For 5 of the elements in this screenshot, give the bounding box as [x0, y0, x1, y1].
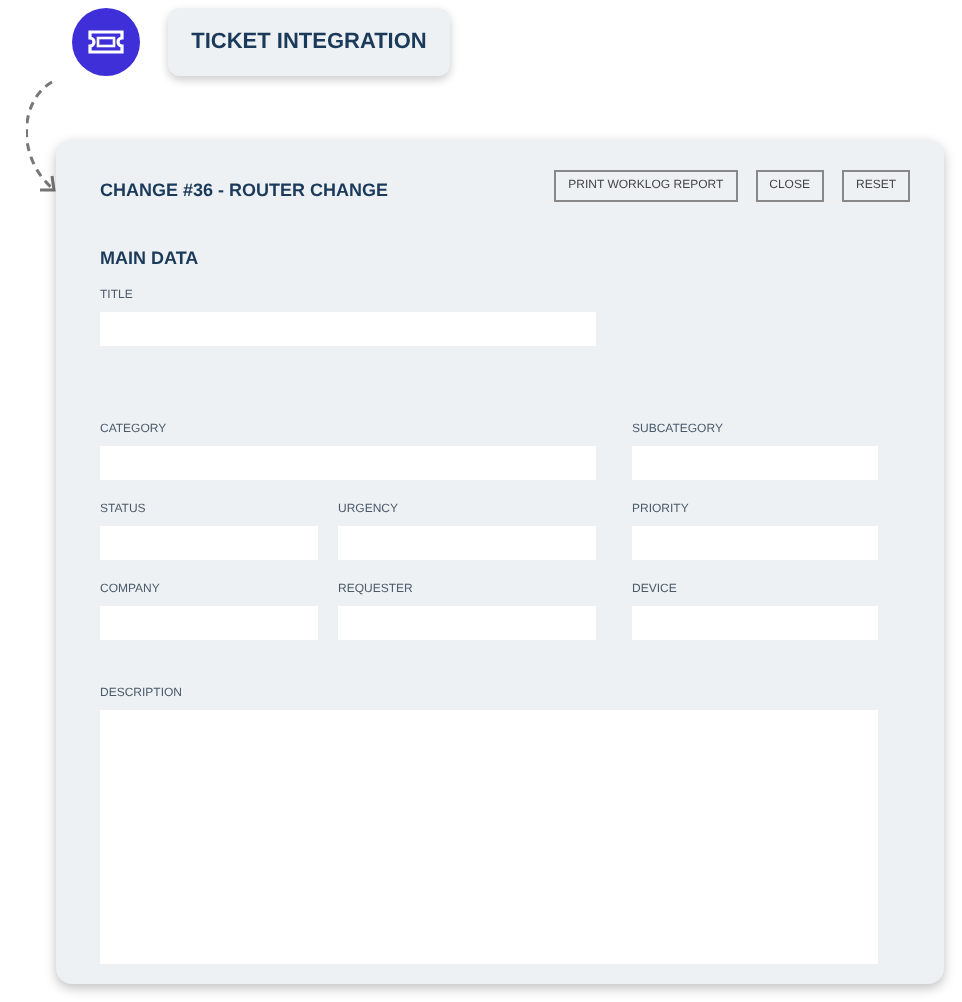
- section-heading: MAIN DATA: [100, 246, 201, 272]
- ticket-integration-badge: TICKET INTEGRATION: [168, 8, 450, 76]
- dashed-arrow: [26, 80, 58, 194]
- form-title: CHANGE #36 - ROUTER CHANGE: [100, 178, 389, 205]
- ticket-icon: [72, 8, 140, 76]
